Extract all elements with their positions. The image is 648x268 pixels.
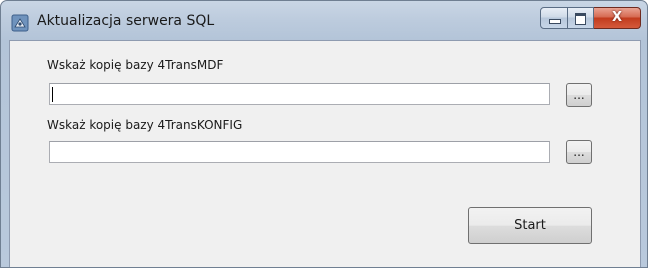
close-button[interactable]: X	[594, 7, 641, 29]
minimize-icon	[549, 19, 561, 24]
konfig-browse-button[interactable]: ...	[566, 140, 592, 164]
text-caret	[52, 87, 53, 102]
mdf-label: Wskaż kopię bazy 4TransMDF	[47, 58, 224, 72]
database-icon	[11, 14, 29, 32]
mdf-browse-button[interactable]: ...	[566, 83, 592, 107]
start-button[interactable]: Start	[468, 207, 592, 244]
title-bar[interactable]: Aktualizacja serwera SQL X	[1, 1, 647, 41]
client-area: Wskaż kopię bazy 4TransMDF ... Wskaż kop…	[9, 40, 641, 267]
konfig-path-input[interactable]	[49, 141, 550, 163]
maximize-button[interactable]	[568, 7, 594, 29]
close-icon: X	[611, 10, 623, 25]
app-window: Aktualizacja serwera SQL X Wskaż kopię b…	[0, 0, 648, 268]
minimize-button[interactable]	[540, 7, 568, 29]
maximize-icon	[575, 13, 586, 25]
window-title: Aktualizacja serwera SQL	[37, 13, 215, 29]
konfig-label: Wskaż kopię bazy 4TransKONFIG	[47, 118, 243, 132]
caption-buttons: X	[540, 7, 641, 29]
mdf-path-input[interactable]	[49, 83, 550, 105]
